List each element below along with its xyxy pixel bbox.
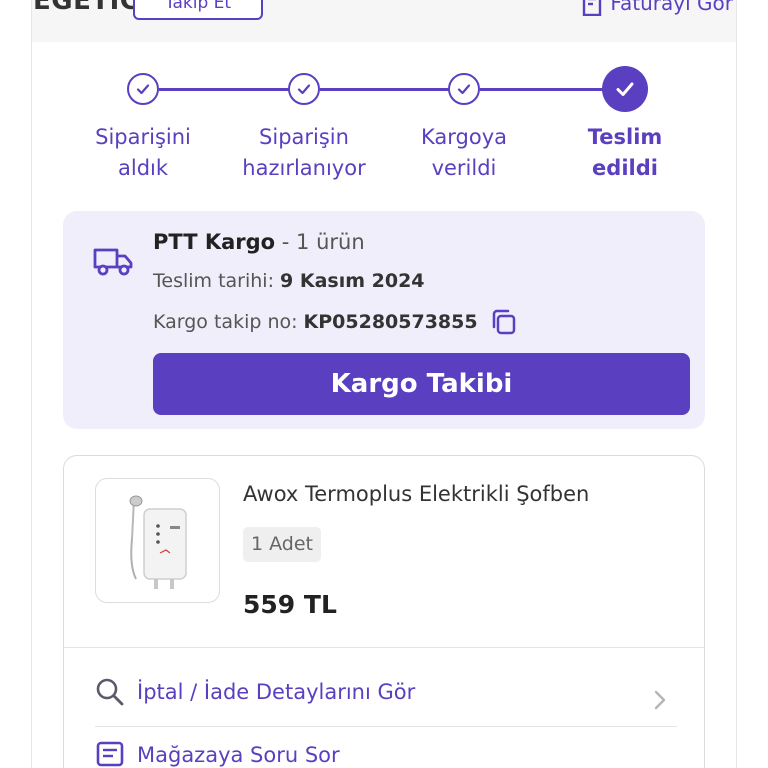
cargo-item-count: - 1 ürün [281, 230, 365, 254]
tracking-number-line: Kargo takip no: KP05280573855 [153, 308, 518, 336]
cargo-tracking-button[interactable]: Kargo Takibi [153, 353, 690, 415]
ask-store-row[interactable]: Mağazaya Soru Sor [95, 740, 340, 768]
step-label-shipped: Kargoya verildi [379, 122, 549, 184]
delivery-date-label: Teslim tarihi: [153, 270, 274, 292]
divider [64, 647, 704, 648]
step-check-icon [448, 73, 480, 105]
step-label-line: verildi [431, 156, 497, 180]
delivery-date-value: 9 Kasım 2024 [280, 270, 425, 292]
cargo-info-card: PTT Kargo - 1 ürün Teslim tarihi: 9 Kası… [63, 211, 705, 429]
copy-icon[interactable] [490, 308, 518, 336]
step-current-check-icon [602, 66, 648, 112]
ask-store-label: Mağazaya Soru Sor [137, 743, 340, 767]
seller-name: EGETIC [33, 0, 140, 16]
step-label-line: hazırlanıyor [242, 156, 366, 180]
message-icon [96, 741, 124, 767]
step-connector [159, 88, 304, 91]
step-label-line: aldık [117, 156, 169, 180]
step-label-delivered: Teslim edildi [540, 122, 710, 184]
search-icon [96, 678, 124, 706]
step-label-line: Siparişin [259, 125, 349, 149]
step-check-icon [288, 73, 320, 105]
step-check-icon [127, 73, 159, 105]
chevron-right-icon [654, 690, 666, 710]
quantity-badge: 1 Adet [243, 527, 321, 562]
order-progress-stepper: Siparişini aldık Siparişin hazırlanıyor … [32, 42, 736, 202]
step-label-line: edildi [592, 156, 658, 180]
return-details-label: İptal / İade Detaylarını Gör [137, 680, 416, 704]
tracking-number-label: Kargo takip no: [153, 311, 298, 333]
step-label-line: Teslim [587, 125, 663, 149]
step-connector [320, 88, 465, 91]
water-heater-image [129, 495, 187, 589]
page-border-right [736, 0, 737, 768]
step-connector [480, 88, 610, 91]
step-label-received: Siparişini aldık [58, 122, 228, 184]
delivery-date-line: Teslim tarihi: 9 Kasım 2024 [153, 270, 425, 292]
follow-button[interactable]: Takip Et [133, 0, 263, 20]
step-label-line: Siparişini [95, 125, 191, 149]
truck-icon [93, 248, 133, 276]
cargo-carrier-name: PTT Kargo [153, 230, 276, 254]
view-invoice-link[interactable]: Faturayı Gör [580, 0, 733, 16]
step-label-preparing: Siparişin hazırlanıyor [219, 122, 389, 184]
product-name[interactable]: Awox Termoplus Elektrikli Şofben [243, 482, 589, 506]
product-card: Awox Termoplus Elektrikli Şofben 1 Adet … [63, 455, 705, 768]
divider [95, 726, 677, 727]
product-image[interactable] [95, 478, 220, 603]
product-price: 559 TL [243, 590, 337, 619]
return-details-row[interactable]: İptal / İade Detaylarını Gör [95, 662, 677, 722]
view-invoice-label: Faturayı Gör [610, 0, 733, 15]
tracking-number-value: KP05280573855 [303, 311, 478, 333]
step-label-line: Kargoya [420, 125, 507, 149]
invoice-icon [583, 0, 602, 16]
cargo-carrier-line: PTT Kargo - 1 ürün [153, 230, 365, 254]
